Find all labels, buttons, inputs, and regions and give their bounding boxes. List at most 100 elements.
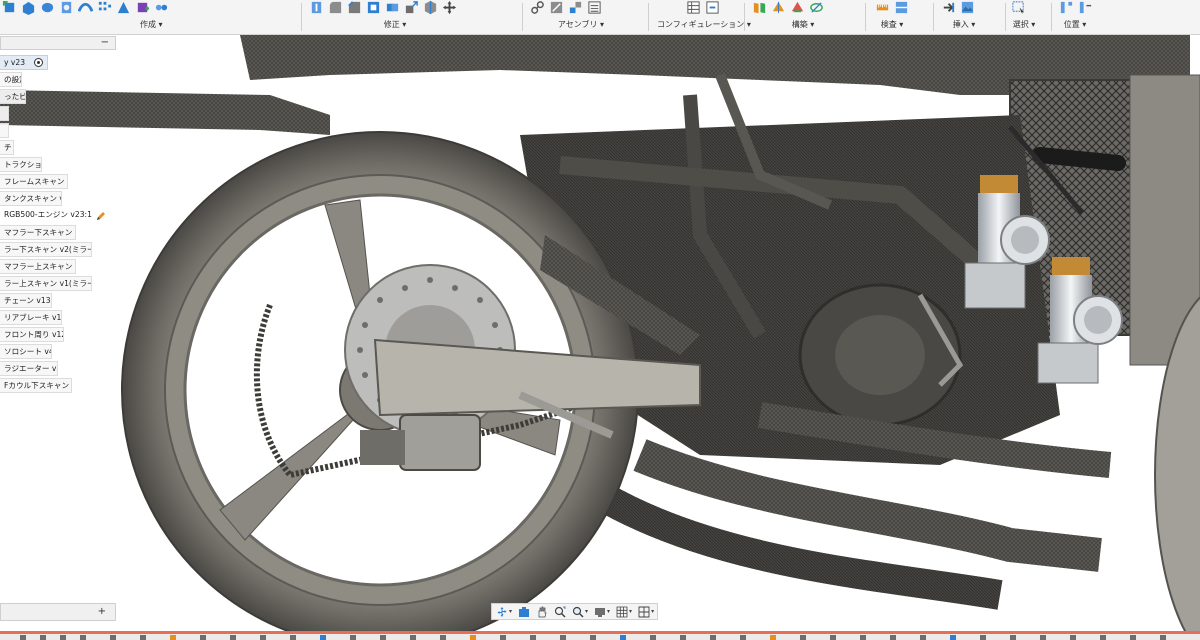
grid-icon[interactable] xyxy=(616,606,628,618)
zoom-window-icon[interactable] xyxy=(554,606,566,618)
display-settings-control[interactable]: ▾ xyxy=(594,606,610,618)
tree-item-component[interactable]: マフラー上スキャン v1:1 xyxy=(0,259,76,274)
look-at-control[interactable] xyxy=(518,606,530,618)
move-copy-icon[interactable] xyxy=(442,0,457,15)
plane-at-angle-icon[interactable] xyxy=(771,0,786,15)
tree-item-component[interactable]: Fカウル下スキャン v2:1 xyxy=(0,378,72,393)
tree-item-component[interactable]: タンクスキャン v2:1 xyxy=(0,191,62,206)
as-built-joint-icon[interactable] xyxy=(549,0,564,15)
toolbar-group-construct: 構築 ▾ xyxy=(748,0,863,34)
web-icon[interactable] xyxy=(116,0,131,15)
axis-through-icon[interactable] xyxy=(809,0,824,15)
toolbar-label-insert[interactable]: 挿入 ▾ xyxy=(949,19,979,30)
split-face-icon[interactable] xyxy=(423,0,438,15)
rigid-group-icon[interactable] xyxy=(568,0,583,15)
toolbar-group-insert: 挿入 ▾ xyxy=(937,0,1003,34)
orbit-control[interactable]: ▾ xyxy=(496,606,512,618)
toolbar-label-position[interactable]: 位置 ▾ xyxy=(1060,19,1090,30)
tree-item-component[interactable]: ソロシート v4:1 xyxy=(0,344,52,359)
shell-icon[interactable] xyxy=(366,0,381,15)
tangent-plane-icon[interactable] xyxy=(790,0,805,15)
tree-item-sketches[interactable]: チ xyxy=(0,140,14,155)
sweep-icon[interactable] xyxy=(59,0,74,15)
press-pull-icon[interactable] xyxy=(309,0,324,15)
chevron-down-icon[interactable]: ▾ xyxy=(509,608,512,615)
insert-canvas-icon[interactable] xyxy=(960,0,975,15)
toolbar-separator xyxy=(865,3,866,31)
display-mode-icon[interactable] xyxy=(594,606,606,618)
zoom-icon[interactable] xyxy=(572,606,584,618)
revolve-icon[interactable] xyxy=(40,0,55,15)
toolbar-separator xyxy=(1051,3,1052,31)
pattern-icon[interactable] xyxy=(154,0,169,15)
combine-icon[interactable] xyxy=(385,0,400,15)
tree-item-label: フレームスキャン v4:1 xyxy=(4,177,67,186)
tree-item-origin[interactable] xyxy=(0,106,9,121)
extrude-icon[interactable] xyxy=(21,0,36,15)
orbit-icon[interactable] xyxy=(496,606,508,618)
chevron-down-icon[interactable]: ▾ xyxy=(629,608,632,615)
tree-item-joints[interactable] xyxy=(0,123,9,138)
toolbar-label-inspect[interactable]: 検査 ▾ xyxy=(877,19,907,30)
configure-rules-icon[interactable] xyxy=(705,0,720,15)
toolbar-label-assemble[interactable]: アセンブリ ▾ xyxy=(556,19,606,30)
tree-item-component[interactable]: ラー上スキャン v1(ミラー):1 xyxy=(0,276,92,291)
offset-plane-icon[interactable] xyxy=(752,0,767,15)
toolbar-group-assemble: アセンブリ ▾ xyxy=(526,0,646,34)
timeline-features[interactable] xyxy=(0,634,1200,640)
fillet-icon[interactable] xyxy=(328,0,343,15)
insert-derive-icon[interactable] xyxy=(941,0,956,15)
new-component-icon[interactable] xyxy=(2,0,17,15)
toolbar-group-position: 位置 ▾ xyxy=(1055,0,1135,34)
tree-item-named-views[interactable]: ったビュー xyxy=(0,89,26,104)
hand-icon[interactable] xyxy=(536,606,548,618)
throttle-cable-bar xyxy=(1032,147,1126,171)
pan-control[interactable] xyxy=(536,606,548,618)
joint-icon[interactable] xyxy=(530,0,545,15)
tree-item-document-settings[interactable]: の設定 xyxy=(0,72,22,87)
tree-item-component[interactable]: マフラー下スキャン v2:1 xyxy=(0,225,76,240)
chevron-down-icon[interactable]: ▾ xyxy=(607,608,610,615)
zoom-window-control[interactable] xyxy=(554,606,566,618)
chevron-down-icon[interactable]: ▾ xyxy=(585,608,588,615)
toolbar-label-select[interactable]: 選択 ▾ xyxy=(1009,19,1039,30)
capture-position-icon[interactable] xyxy=(1059,0,1074,15)
pan-camera-icon[interactable] xyxy=(518,606,530,618)
add-comment-button[interactable]: + xyxy=(98,606,106,617)
measure-icon[interactable] xyxy=(875,0,890,15)
toolbar-label-create[interactable]: 作成 ▾ xyxy=(140,19,163,30)
section-analysis-icon[interactable] xyxy=(894,0,909,15)
canvas-viewport[interactable] xyxy=(0,35,1200,631)
toolbar-label-modify[interactable]: 修正 ▾ xyxy=(380,19,410,30)
tree-item-component[interactable]: RGB500-エンジン v23:1 xyxy=(0,208,112,223)
clutch-cover-center xyxy=(835,315,925,395)
tree-item-component[interactable]: リアブレーキ v13:1 xyxy=(0,310,62,325)
select-window-icon[interactable] xyxy=(1011,0,1026,15)
toolbar-label-construct[interactable]: 構築 ▾ xyxy=(783,19,823,30)
tree-item-root[interactable]: y v23 xyxy=(0,55,48,70)
form-icon[interactable] xyxy=(135,0,150,15)
rib-icon[interactable] xyxy=(97,0,112,15)
chevron-down-icon[interactable]: ▾ xyxy=(651,608,654,615)
tree-item-component[interactable]: ラジエーター v2:1 xyxy=(0,361,58,376)
tree-item-component[interactable]: フロント周り v12:1 xyxy=(0,327,64,342)
toolbar-separator xyxy=(1005,3,1006,31)
activate-radio-icon[interactable] xyxy=(34,58,43,67)
collapse-browser-button[interactable]: − xyxy=(101,37,109,49)
viewports-control[interactable]: ▾ xyxy=(638,606,654,618)
tree-item-component[interactable]: チェーン v13:1 xyxy=(0,293,52,308)
zoom-control[interactable]: ▾ xyxy=(572,606,588,618)
revert-position-icon[interactable] xyxy=(1078,0,1093,15)
scale-icon[interactable] xyxy=(404,0,419,15)
tree-item-component[interactable]: フレームスキャン v4:1 xyxy=(0,174,68,189)
grid-settings-control[interactable]: ▾ xyxy=(616,606,632,618)
toolbar-label-configure[interactable]: コンフィギュレーション ▾ xyxy=(657,19,751,30)
motion-link-icon[interactable] xyxy=(587,0,602,15)
edit-pencil-icon[interactable] xyxy=(96,211,106,221)
viewports-icon[interactable] xyxy=(638,606,650,618)
tree-item-component[interactable]: ラー下スキャン v2(ミラー):1 xyxy=(0,242,92,257)
configure-table-icon[interactable] xyxy=(686,0,701,15)
loft-icon[interactable] xyxy=(78,0,93,15)
tree-item-construction[interactable]: トラクション xyxy=(0,157,42,172)
chamfer-icon[interactable] xyxy=(347,0,362,15)
